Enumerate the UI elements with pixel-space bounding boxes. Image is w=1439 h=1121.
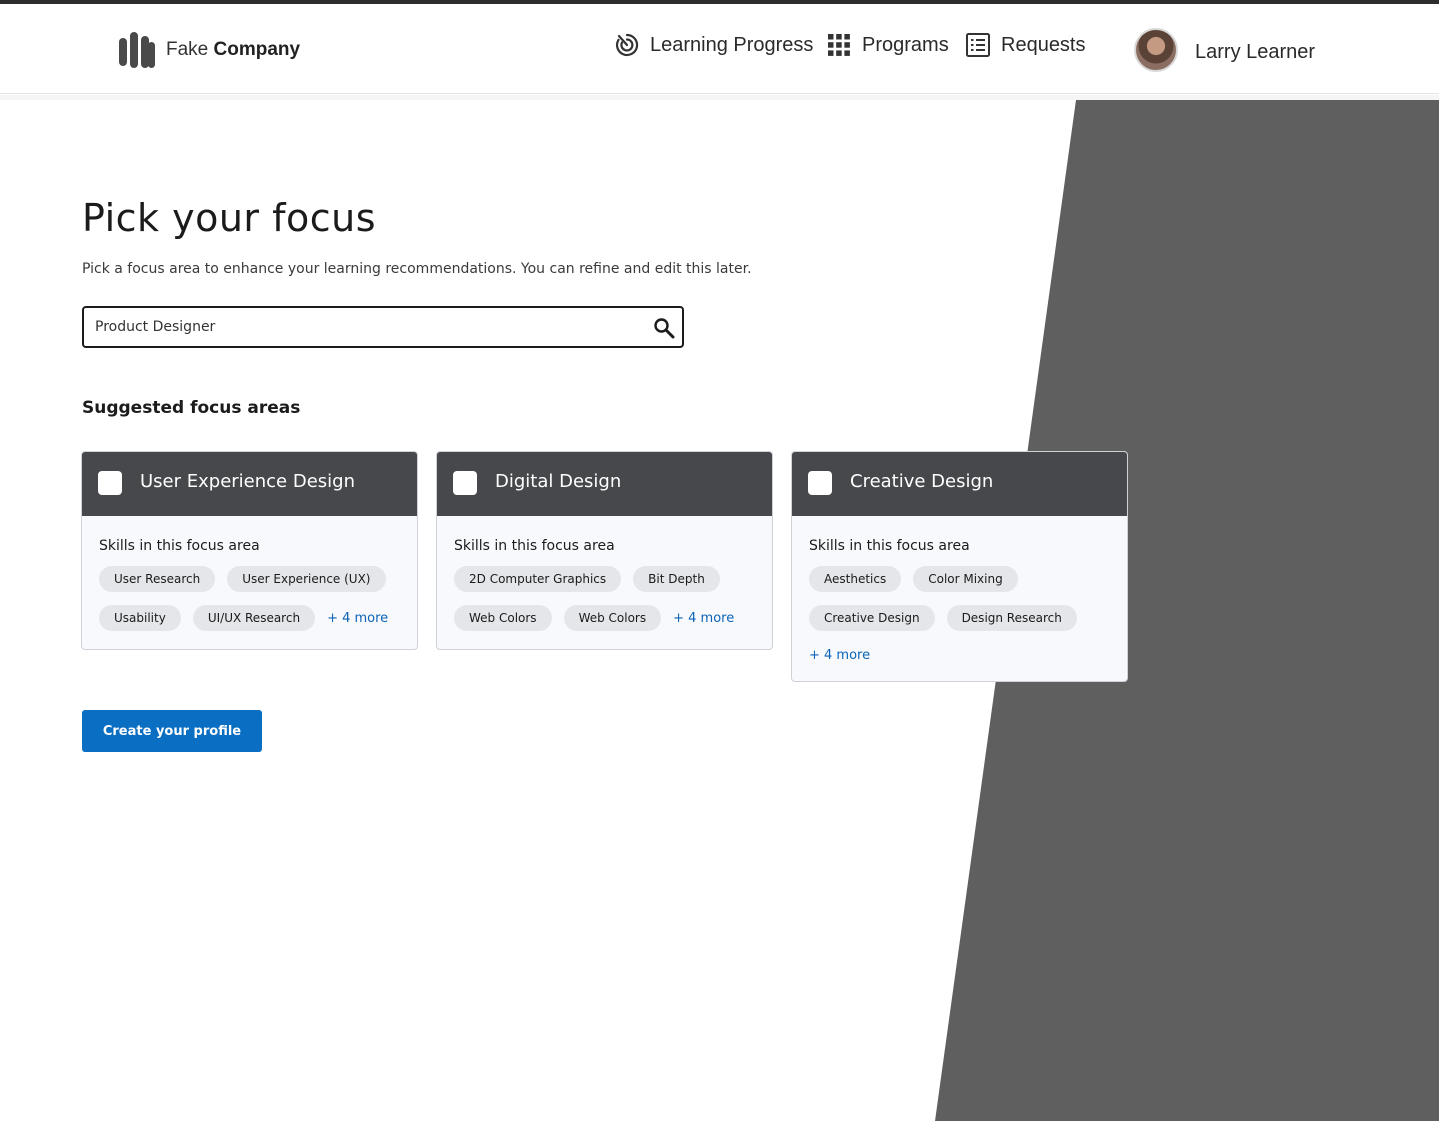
card-header: User Experience Design: [82, 452, 417, 516]
nav-programs[interactable]: Programs: [826, 32, 949, 58]
focus-checkbox[interactable]: [98, 471, 122, 495]
card-subtitle: Skills in this focus area: [99, 538, 260, 554]
focus-card-user-experience-design: User Experience Design Skills in this fo…: [81, 451, 418, 650]
focus-card-creative-design: Creative Design Skills in this focus are…: [791, 451, 1128, 682]
skill-chip-list: User Research User Experience (UX) Usabi…: [99, 566, 401, 631]
search-field[interactable]: [82, 306, 684, 348]
brand-name: Fake Company: [166, 39, 300, 61]
skill-chip: 2D Computer Graphics: [454, 566, 622, 592]
skill-chip: UI/UX Research: [192, 605, 316, 631]
skill-chip: Usability: [99, 605, 181, 631]
grid-icon: [828, 34, 850, 56]
card-body: Skills in this focus area Aesthetics Col…: [792, 516, 1127, 681]
more-skills-link[interactable]: + 4 more: [673, 611, 734, 626]
brand-name-bold: Company: [213, 39, 301, 60]
skill-chip: User Research: [99, 566, 216, 592]
nav-label: Programs: [862, 33, 949, 56]
card-title: Digital Design: [495, 471, 622, 492]
page-title: Pick your focus: [82, 196, 377, 240]
focus-checkbox[interactable]: [453, 471, 477, 495]
brand-name-light: Fake: [166, 39, 209, 60]
skill-chip: Web Colors: [454, 605, 552, 631]
card-header: Digital Design: [437, 452, 772, 516]
skill-chip-list: Aesthetics Color Mixing Creative Design …: [809, 566, 1111, 663]
more-skills-link[interactable]: + 4 more: [809, 648, 870, 663]
nav-learning-progress[interactable]: Learning Progress: [614, 32, 813, 58]
card-body: Skills in this focus area User Research …: [82, 516, 417, 649]
site-header: Fake Company Learning Progress Programs: [0, 4, 1439, 94]
card-title: User Experience Design: [140, 471, 355, 492]
search-icon[interactable]: [652, 316, 676, 340]
skill-chip: Aesthetics: [809, 566, 902, 592]
card-subtitle: Skills in this focus area: [454, 538, 615, 554]
page-subtitle: Pick a focus area to enhance your learni…: [82, 261, 752, 277]
more-skills-link[interactable]: + 4 more: [327, 611, 388, 626]
card-header: Creative Design: [792, 452, 1127, 516]
logo-bars-icon: [119, 32, 155, 68]
skill-chip-list: 2D Computer Graphics Bit Depth Web Color…: [454, 566, 756, 631]
focus-checkbox[interactable]: [808, 471, 832, 495]
focus-card-digital-design: Digital Design Skills in this focus area…: [436, 451, 773, 650]
card-subtitle: Skills in this focus area: [809, 538, 970, 554]
create-profile-button[interactable]: Create your profile: [82, 710, 262, 752]
nav-label: Requests: [1001, 33, 1086, 56]
skill-chip: Bit Depth: [633, 566, 720, 592]
skill-chip: Creative Design: [809, 605, 935, 631]
skill-chip: Color Mixing: [913, 566, 1018, 592]
search-input[interactable]: [95, 316, 635, 338]
skill-chip: Web Colors: [563, 605, 662, 631]
nav-label: Learning Progress: [650, 33, 814, 56]
skill-chip: Design Research: [946, 605, 1077, 631]
progress-icon: [615, 33, 639, 57]
company-logo[interactable]: Fake Company: [118, 30, 300, 70]
nav-requests[interactable]: Requests: [965, 32, 1086, 58]
suggested-focus-heading: Suggested focus areas: [82, 398, 301, 418]
skill-chip: User Experience (UX): [227, 566, 386, 592]
card-title: Creative Design: [850, 471, 994, 492]
checklist-icon: [966, 33, 990, 57]
user-name[interactable]: Larry Learner: [1195, 41, 1315, 64]
card-body: Skills in this focus area 2D Computer Gr…: [437, 516, 772, 649]
user-avatar[interactable]: [1134, 28, 1178, 72]
